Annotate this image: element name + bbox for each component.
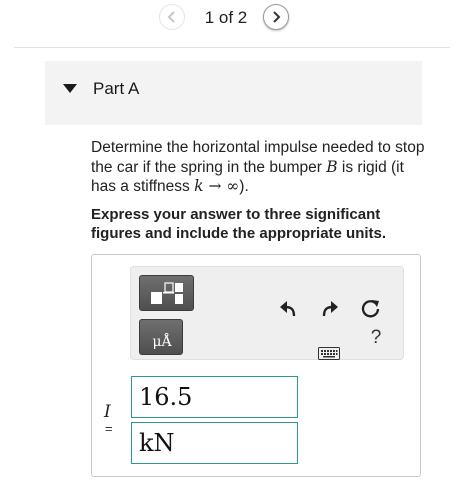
part-label: Part A — [93, 79, 140, 98]
answer-variable: I — [104, 402, 111, 422]
variable-k: k — [194, 177, 204, 195]
units-icon: μÅ — [152, 334, 172, 350]
variable-b: B — [326, 157, 338, 176]
instruction-text: Express your answer to three significant… — [91, 206, 387, 242]
collapse-triangle-icon[interactable] — [63, 84, 77, 93]
templates-button[interactable] — [139, 275, 194, 311]
answer-box: μÅ ? I = 16.5 kN — [91, 254, 421, 477]
redo-button[interactable] — [318, 298, 340, 320]
arrow-infinity: → ∞ — [203, 177, 240, 195]
previous-button[interactable] — [159, 4, 185, 30]
part-a-header[interactable]: Part A — [45, 61, 422, 125]
help-icon: ? — [370, 327, 382, 348]
undo-icon — [280, 301, 296, 317]
units-input[interactable]: kN — [131, 422, 298, 464]
pager: 1 of 2 — [0, 2, 474, 32]
value-input[interactable]: 16.5 — [131, 376, 298, 418]
keyboard-icon — [318, 346, 340, 360]
redo-icon — [322, 301, 338, 317]
question-text: Determine the horizontal impulse needed … — [91, 139, 425, 195]
chevron-left-icon — [167, 11, 175, 23]
chevron-right-icon — [273, 11, 281, 23]
page-indicator: 1 of 2 — [204, 8, 248, 27]
equals-sign: = — [105, 421, 113, 436]
undo-button[interactable] — [278, 298, 300, 320]
keyboard-button[interactable] — [317, 345, 341, 361]
reset-icon — [361, 300, 380, 318]
divider — [14, 47, 450, 48]
next-button[interactable] — [263, 4, 289, 30]
templates-icon — [151, 282, 183, 304]
help-button[interactable]: ? — [366, 327, 386, 349]
reset-button[interactable] — [359, 297, 383, 321]
units-button[interactable]: μÅ — [139, 319, 183, 355]
math-toolbar: μÅ ? — [130, 266, 404, 360]
